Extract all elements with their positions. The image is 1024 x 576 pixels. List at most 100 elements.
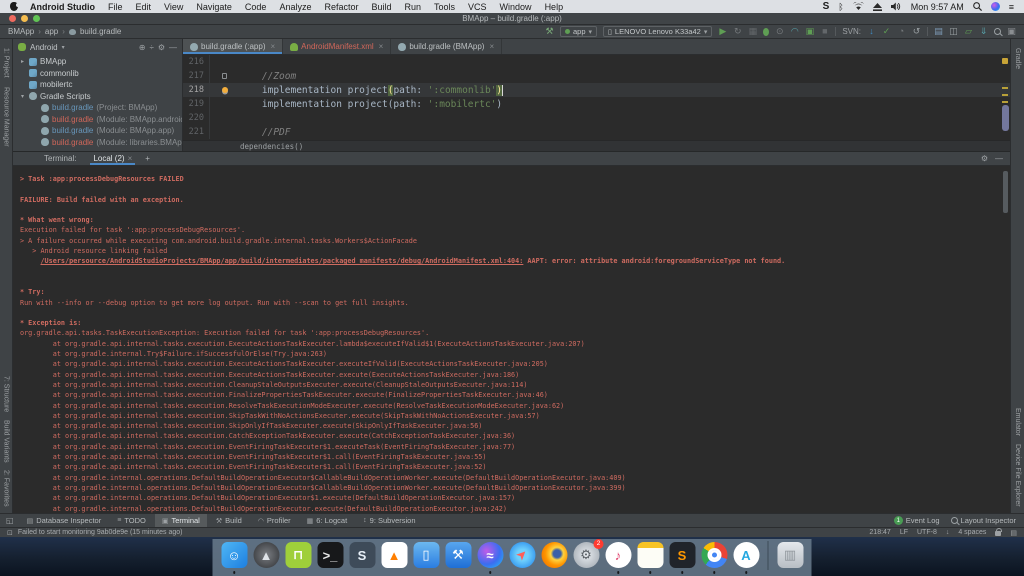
tool-window-button-6-logcat[interactable]: ▦ 6: Logcat: [300, 514, 354, 527]
tool-windows-button[interactable]: ◫: [949, 27, 958, 36]
tool-button-emulator[interactable]: Emulator: [1014, 408, 1021, 436]
vcs-commit-button[interactable]: ✓: [882, 27, 891, 36]
editor-breadcrumbs[interactable]: dependencies(): [183, 140, 1010, 151]
dock-item-trash[interactable]: ▥: [777, 542, 804, 569]
new-terminal-button[interactable]: +: [145, 154, 150, 163]
dock-item-notes[interactable]: [637, 542, 664, 574]
code-line-221[interactable]: 221 //PDF: [183, 125, 1010, 139]
avd-manager-button[interactable]: ▱: [964, 27, 973, 36]
tree-item-bmapp[interactable]: ▸ BMApp: [15, 56, 182, 68]
dock-item-terminal[interactable]: >_: [317, 542, 344, 569]
debug-button[interactable]: [763, 27, 770, 36]
code-editor[interactable]: 216 217 //Zoom 218 implementation project(…: [183, 55, 1010, 140]
tool-window-button-terminal[interactable]: ▣ Terminal: [154, 514, 207, 527]
menu-tools[interactable]: Tools: [434, 2, 455, 12]
device-select[interactable]: ▯ LENOVO Lenovo K33a42 ▾: [603, 26, 713, 37]
vcs-history-button[interactable]: ◔: [897, 27, 906, 36]
line-separator[interactable]: LF: [900, 529, 908, 536]
tool-button-gradle[interactable]: Gradle: [1014, 48, 1021, 69]
search-everywhere-button[interactable]: [994, 28, 1001, 35]
code-line-218[interactable]: 218 implementation project(path: ':commo…: [183, 83, 1010, 97]
tool-button-1-project[interactable]: 1: Project: [3, 48, 10, 78]
layout-inspector-button[interactable]: Layout Inspector: [950, 516, 1016, 525]
bluetooth-icon[interactable]: ᛒ: [838, 2, 843, 12]
breadcrumb-app[interactable]: app: [45, 27, 58, 36]
menu-analyze[interactable]: Analyze: [279, 2, 311, 12]
warning-stripe-mark[interactable]: [1002, 87, 1008, 89]
tree-item-commonlib[interactable]: commonlib: [15, 68, 182, 80]
project-structure-button[interactable]: ▤: [934, 27, 943, 36]
dock-item-siri[interactable]: ≈: [477, 542, 504, 574]
tool-window-button-todo[interactable]: ≡ TODO: [110, 514, 153, 527]
menu-code[interactable]: Code: [245, 2, 267, 12]
dock-item-sublime-merge[interactable]: S: [669, 542, 696, 574]
close-icon[interactable]: ×: [128, 154, 133, 163]
chevron-down-icon[interactable]: ▾: [62, 44, 65, 51]
spotlight-icon[interactable]: [972, 2, 982, 11]
tool-window-switcher-icon[interactable]: ◱: [6, 516, 14, 525]
caret-position[interactable]: 218:47: [869, 529, 890, 536]
notification-center-icon[interactable]: ≡: [1009, 2, 1014, 12]
tree-item-build-gradle-module-libraries-bmapp-comn[interactable]: build.gradle(Module: libraries.BMApp.com…: [15, 137, 182, 149]
lock-icon[interactable]: [995, 528, 1003, 536]
stop-button[interactable]: ■: [820, 27, 829, 36]
menu-window[interactable]: Window: [500, 2, 532, 12]
tool-window-button-profiler[interactable]: ◠ Profiler: [251, 514, 298, 527]
terminal-output[interactable]: > Task :app:processDebugResources FAILED…: [13, 166, 1010, 513]
wifi-icon[interactable]: [852, 2, 864, 11]
breadcrumb-bmapp[interactable]: BMApp: [8, 27, 34, 36]
volume-icon[interactable]: [890, 2, 902, 11]
tree-item-build-gradle-module-bmapp-app[interactable]: build.gradle (Module: BMApp.app): [15, 125, 182, 137]
dock-item-sublime-text[interactable]: S: [349, 542, 376, 569]
inspection-indicator-icon[interactable]: [1002, 58, 1008, 64]
minimize-window-button[interactable]: [21, 15, 28, 22]
profiler-button[interactable]: ◠: [790, 27, 799, 36]
project-view-select[interactable]: Android: [30, 43, 58, 52]
hide-panel-icon[interactable]: —: [169, 43, 177, 52]
menu-vcs[interactable]: VCS: [468, 2, 487, 12]
tool-window-button-build[interactable]: ⚒ Build: [209, 514, 249, 527]
code-line-217[interactable]: 217 //Zoom: [183, 69, 1010, 83]
tree-item-mobilertc[interactable]: mobilertc: [15, 79, 182, 91]
run-button[interactable]: ▶: [718, 27, 727, 36]
dock-item-xcode[interactable]: ⚒: [445, 542, 472, 569]
terminal-settings-icon[interactable]: ⚙: [981, 154, 988, 163]
close-icon[interactable]: ×: [379, 42, 384, 51]
tool-button-7-structure[interactable]: 7: Structure: [3, 376, 10, 412]
tool-button-2-favorites[interactable]: 2: Favorites: [3, 470, 10, 507]
menu-build[interactable]: Build: [371, 2, 391, 12]
menu-help[interactable]: Help: [545, 2, 564, 12]
menu-edit[interactable]: Edit: [136, 2, 152, 12]
menu-android-studio[interactable]: Android Studio: [30, 2, 95, 12]
editor-tab-build-gradle-app[interactable]: build.gradle (:app) ×: [183, 39, 284, 54]
dock-item-firefox[interactable]: [541, 542, 568, 569]
apply-code-changes-button[interactable]: ▦: [748, 27, 758, 36]
siri-icon[interactable]: [990, 2, 1000, 11]
apple-menu-icon[interactable]: [10, 2, 20, 11]
build-hammer-button[interactable]: ⚒: [545, 27, 554, 36]
run-on-device-button[interactable]: ▣: [805, 27, 815, 36]
eject-icon[interactable]: [872, 2, 882, 11]
code-line-220[interactable]: 220: [183, 111, 1010, 125]
terminal-scrollbar[interactable]: [1003, 171, 1008, 213]
sdk-manager-button[interactable]: ⇓: [979, 27, 988, 36]
intention-bulb-icon[interactable]: [221, 87, 228, 93]
menu-navigate[interactable]: Navigate: [196, 2, 232, 12]
file-encoding[interactable]: UTF-8: [917, 529, 937, 536]
dock-item-system-preferences[interactable]: ⚙ 2: [573, 538, 604, 569]
tree-expand-icon[interactable]: ▾: [19, 93, 26, 100]
tool-button-device-file-explorer[interactable]: Device File Explorer: [1014, 444, 1021, 507]
tool-window-button-database-inspector[interactable]: ▤ Database Inspector: [20, 514, 109, 527]
menu-extra-s-icon[interactable]: S: [823, 1, 830, 12]
dock-item-chrome[interactable]: [701, 542, 728, 574]
reader-mode-icon[interactable]: ▤: [1010, 529, 1017, 537]
gear-icon[interactable]: ⚙: [158, 43, 165, 52]
terminal-file-link[interactable]: /Users/persource/AndroidStudioProjects/B…: [40, 257, 523, 265]
hide-terminal-icon[interactable]: —: [995, 154, 1003, 163]
run-config-select[interactable]: app ▾: [560, 26, 598, 37]
arrow-down-icon[interactable]: ↓: [946, 529, 950, 536]
editor-tab-androidmanifest-xml[interactable]: AndroidManifest.xml ×: [283, 39, 392, 54]
indent-setting[interactable]: 4 spaces: [958, 529, 986, 536]
close-icon[interactable]: ×: [270, 42, 275, 51]
tool-button-resource-manager[interactable]: Resource Manager: [3, 87, 10, 147]
